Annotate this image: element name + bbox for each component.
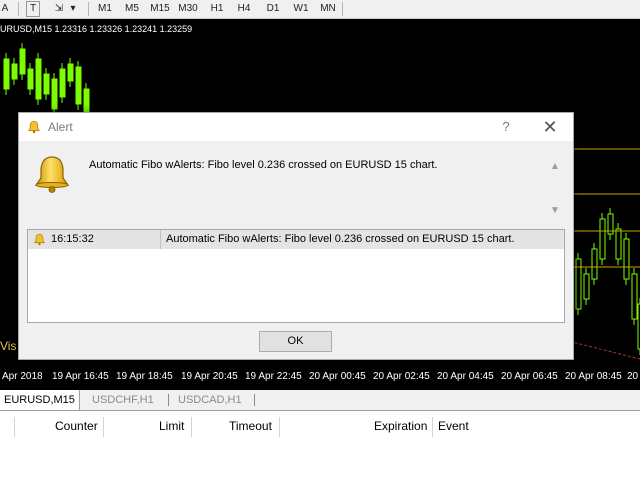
- candle-body: [631, 273, 638, 320]
- bell-icon: [34, 156, 70, 193]
- tab-usdchf-h1[interactable]: USDCHF,H1: [88, 390, 158, 410]
- time-tick-label: 19 Apr 22:45: [245, 371, 302, 382]
- time-tick-label: 20 Apr 08:45: [565, 371, 622, 382]
- candle-body: [59, 68, 66, 98]
- alert-message: Automatic Fibo wAlerts: Fibo level 0.236…: [89, 159, 438, 171]
- scroll-down-icon[interactable]: ▼: [549, 205, 561, 217]
- column-separator: [191, 417, 192, 437]
- alert-row-message: Automatic Fibo wAlerts: Fibo level 0.236…: [166, 233, 515, 245]
- candle-body: [591, 248, 598, 280]
- candle-body: [19, 48, 26, 75]
- candle-body: [623, 238, 630, 280]
- time-tick-label: 19 Apr 20:45: [181, 371, 238, 382]
- column-separator: [160, 230, 161, 249]
- time-tick-label: 20 Apr: [627, 371, 640, 382]
- column-separator: [103, 417, 104, 437]
- alerts-table: Counter Limit Timeout Expiration Event: [0, 411, 640, 480]
- timeframe-m15-button[interactable]: M15: [149, 0, 171, 18]
- timeframe-m1-button[interactable]: M1: [95, 0, 115, 18]
- timeframe-m5-button[interactable]: M5: [122, 0, 142, 18]
- tab-separator: [254, 394, 255, 406]
- alert-dialog: Alert ? ✕ Automatic Fibo wAlerts: Fibo l…: [18, 112, 574, 360]
- dialog-titlebar[interactable]: Alert ? ✕: [19, 113, 573, 141]
- candle-body: [583, 273, 590, 300]
- candle-body: [615, 228, 622, 260]
- time-tick-label: 20 Apr 00:45: [309, 371, 366, 382]
- candle-body: [599, 218, 606, 260]
- text-tool-button[interactable]: A: [0, 0, 10, 18]
- bell-icon: [34, 233, 45, 246]
- tab-separator: [168, 394, 169, 406]
- tab-usdcad-h1[interactable]: USDCAD,H1: [174, 390, 246, 410]
- timeframe-h4-button[interactable]: H4: [235, 0, 253, 18]
- column-separator: [14, 417, 15, 437]
- time-tick-label: 20 Apr 02:45: [373, 371, 430, 382]
- chart-symbol-header: URUSD,M15 1.23316 1.23326 1.23241 1.2325…: [0, 24, 193, 34]
- column-header-event[interactable]: Event: [438, 415, 469, 437]
- time-axis: Apr 2018 19 Apr 16:45 19 Apr 18:45 19 Ap…: [0, 369, 640, 390]
- timeframe-h1-button[interactable]: H1: [208, 0, 226, 18]
- toolbar-separator: [88, 2, 89, 16]
- chart-object-label: Vis: [0, 339, 17, 353]
- column-separator: [432, 417, 433, 437]
- tab-eurusd-m15[interactable]: EURUSD,M15: [0, 390, 80, 410]
- list-item[interactable]: 16:15:32 Automatic Fibo wAlerts: Fibo le…: [28, 230, 564, 249]
- time-tick-label: 20 Apr 04:45: [437, 371, 494, 382]
- close-button[interactable]: ✕: [539, 113, 561, 141]
- alert-history-list[interactable]: 16:15:32 Automatic Fibo wAlerts: Fibo le…: [27, 229, 565, 323]
- bell-icon: [28, 121, 40, 134]
- timeframe-w1-button[interactable]: W1: [291, 0, 311, 18]
- candle-body: [67, 63, 74, 82]
- column-separator: [279, 417, 280, 437]
- candle-body: [35, 58, 42, 100]
- time-tick-label: 20 Apr 06:45: [501, 371, 558, 382]
- toolbar: A T ⇲ ▾ M1 M5 M15 M30 H1 H4 D1 W1 MN: [0, 0, 640, 19]
- column-header-limit[interactable]: Limit: [159, 415, 184, 437]
- toolbar-separator: [18, 2, 19, 16]
- toolbar-separator: [342, 2, 343, 16]
- candle-body: [75, 66, 82, 105]
- scroll-up-icon[interactable]: ▲: [549, 161, 561, 173]
- candle-body: [83, 88, 90, 115]
- text-label-tool-button[interactable]: T: [26, 1, 40, 17]
- timeframe-mn-button[interactable]: MN: [318, 0, 338, 18]
- timeframe-m30-button[interactable]: M30: [177, 0, 199, 18]
- column-header-counter[interactable]: Counter: [55, 415, 98, 437]
- column-header-timeout[interactable]: Timeout: [229, 415, 272, 437]
- dialog-title: Alert: [48, 120, 73, 134]
- candle-body: [51, 78, 58, 110]
- alert-time: 16:15:32: [51, 233, 94, 245]
- candle-body: [27, 68, 34, 90]
- arrows-dropdown-icon[interactable]: ▾: [68, 0, 78, 18]
- candle-body: [43, 73, 50, 95]
- column-header-expiration[interactable]: Expiration: [374, 415, 427, 437]
- ok-button[interactable]: OK: [259, 331, 332, 352]
- candle-body: [11, 63, 18, 80]
- time-tick-label: Apr 2018: [2, 371, 43, 382]
- help-button[interactable]: ?: [495, 113, 517, 141]
- time-tick-label: 19 Apr 18:45: [116, 371, 173, 382]
- candle-body: [3, 58, 10, 90]
- timeframe-d1-button[interactable]: D1: [264, 0, 282, 18]
- table-header: Counter Limit Timeout Expiration Event: [0, 415, 640, 437]
- chart-tabs-bar: EURUSD,M15 USDCHF,H1 USDCAD,H1: [0, 390, 640, 411]
- arrows-tool-button[interactable]: ⇲: [52, 0, 66, 18]
- time-tick-label: 19 Apr 16:45: [52, 371, 109, 382]
